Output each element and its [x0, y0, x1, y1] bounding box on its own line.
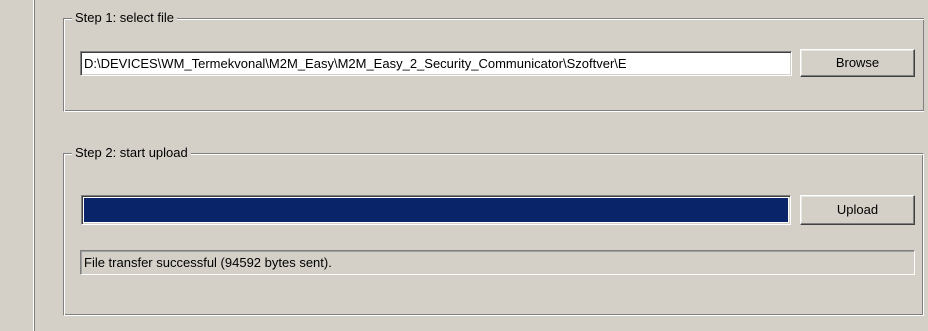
- file-path-text: D:\DEVICES\WM_Termekvonal\M2M_Easy\M2M_E…: [84, 56, 627, 71]
- status-text: File transfer successful (94592 bytes se…: [84, 255, 332, 270]
- file-path-field[interactable]: D:\DEVICES\WM_Termekvonal\M2M_Easy\M2M_E…: [80, 51, 792, 76]
- upload-progress-fill: [84, 198, 788, 222]
- step1-title: Step 1: select file: [72, 10, 177, 26]
- step2-title: Step 2: start upload: [72, 145, 191, 161]
- upload-progress-bar: [81, 195, 791, 225]
- step2-groupbox: Step 2: start upload Upload File transfe…: [63, 145, 924, 316]
- browse-button[interactable]: Browse: [800, 49, 915, 77]
- left-divider-shadow: [34, 0, 35, 331]
- window-left-edge: [0, 0, 34, 331]
- status-field: File transfer successful (94592 bytes se…: [80, 250, 915, 275]
- step1-groupbox: Step 1: select file D:\DEVICES\WM_Termek…: [63, 10, 924, 112]
- upload-button-label: Upload: [836, 202, 879, 217]
- upload-button[interactable]: Upload: [800, 195, 915, 225]
- browse-button-label: Browse: [835, 55, 880, 70]
